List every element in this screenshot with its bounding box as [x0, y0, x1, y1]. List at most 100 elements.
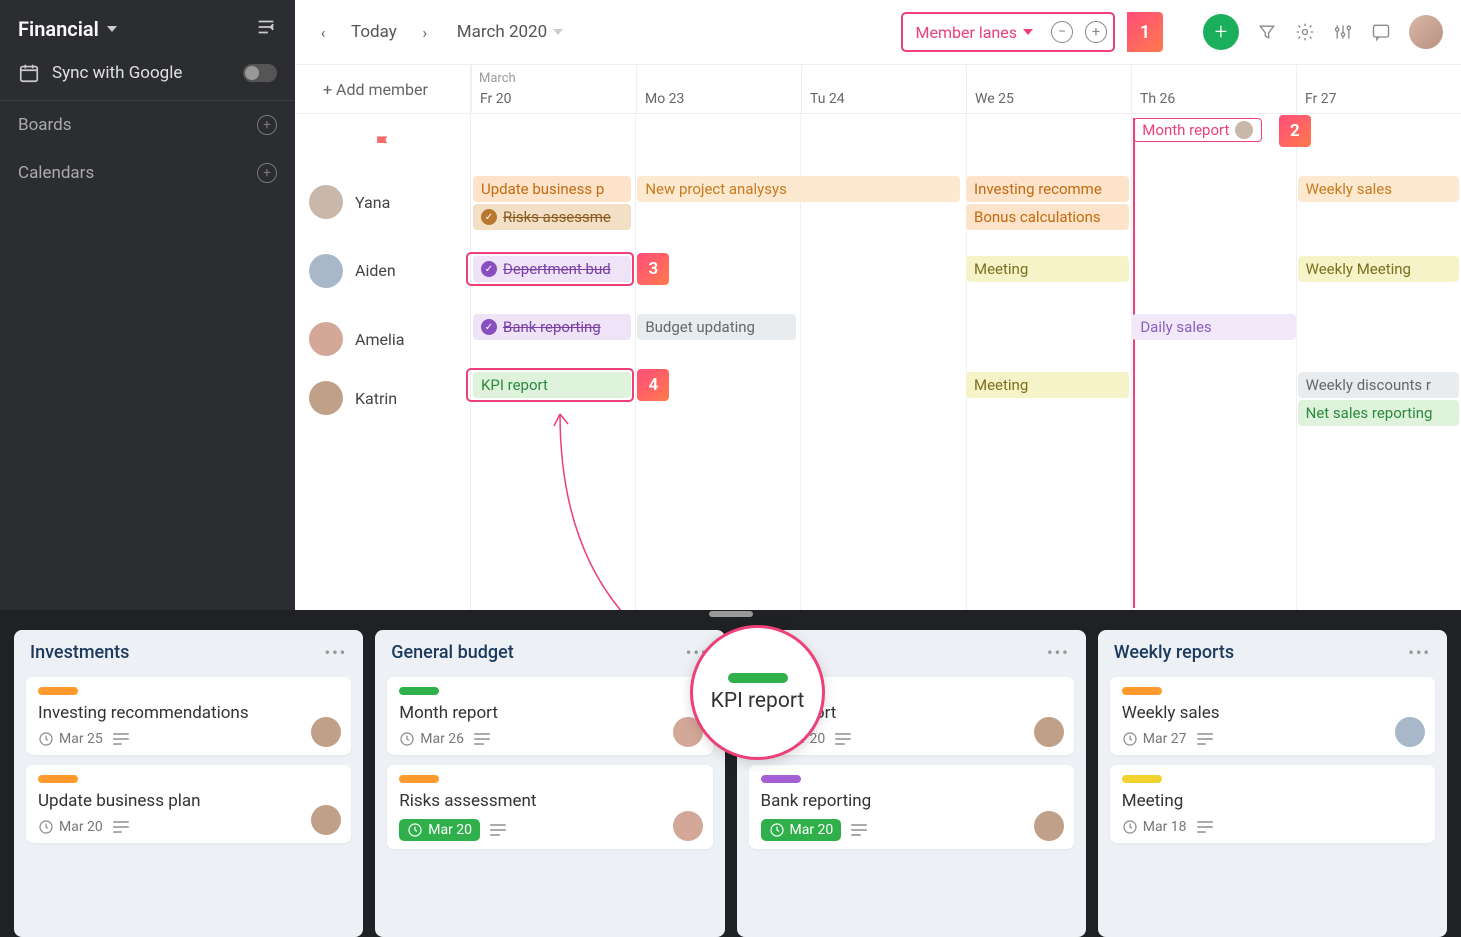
sidebar-section-boards[interactable]: Boards +	[0, 101, 295, 149]
sliders-icon[interactable]	[1333, 22, 1353, 42]
add-board-icon[interactable]: +	[257, 115, 277, 135]
sidebar: Financial Sync with Google Boards + Cale…	[0, 0, 295, 610]
highlight-line	[1133, 118, 1135, 608]
sync-google-row[interactable]: Sync with Google	[0, 52, 295, 101]
calendar-sync-icon	[18, 62, 40, 84]
add-member-button[interactable]: + Add member	[295, 65, 470, 114]
member-lane-aiden[interactable]: Aiden	[295, 232, 470, 310]
card-date: Mar 25	[38, 731, 103, 747]
card-date: Mar 26	[399, 731, 464, 747]
task-card[interactable]: Daily sales	[1132, 314, 1295, 340]
task-card[interactable]: Weekly Meeting	[1298, 256, 1459, 282]
month-selector[interactable]: March 2020	[457, 22, 563, 42]
main-calendar: ‹ Today › March 2020 Member lanes − + 1 …	[295, 0, 1461, 610]
task-card[interactable]: Month report Mar 26	[387, 677, 712, 755]
member-lane-yana[interactable]: Yana	[295, 173, 470, 232]
board-column: Investments ••• Investing recommendationsM…	[14, 630, 363, 937]
gear-icon[interactable]	[1295, 22, 1315, 42]
task-month-report[interactable]: Month report	[1133, 118, 1262, 142]
check-icon: ✓	[481, 319, 497, 335]
task-card[interactable]: Weekly discounts r	[1298, 372, 1459, 398]
task-card[interactable]: Investing recommendationsMar 25	[26, 677, 351, 755]
check-icon: ✓	[481, 209, 497, 225]
task-card[interactable]: KPI report	[473, 372, 631, 398]
task-card[interactable]: Meeting	[966, 256, 1129, 282]
zoom-in-button[interactable]: +	[1085, 21, 1107, 43]
board-title: Weekly reports	[1114, 642, 1234, 663]
avatar	[1235, 121, 1253, 139]
add-calendar-icon[interactable]: +	[257, 163, 277, 183]
task-card[interactable]: Budget updating	[637, 314, 795, 340]
avatar	[309, 254, 343, 288]
board-menu-icon[interactable]: •••	[1408, 643, 1431, 662]
sidebar-section-calendars[interactable]: Calendars +	[0, 149, 295, 197]
card-date: Mar 20	[38, 819, 103, 835]
member-lane-amelia[interactable]: Amelia	[295, 310, 470, 369]
chevron-down-icon	[1023, 29, 1033, 35]
comment-icon[interactable]	[1371, 22, 1391, 42]
add-button[interactable]: +	[1203, 14, 1239, 50]
day-header: We 25	[966, 65, 1131, 113]
member-lane-katrin[interactable]: Katrin	[295, 369, 470, 428]
filter-icon[interactable]	[1257, 22, 1277, 42]
task-card[interactable]: Weekly sales	[1298, 176, 1459, 202]
task-card[interactable]: New project analysys	[637, 176, 960, 202]
topbar: ‹ Today › March 2020 Member lanes − + 1 …	[295, 0, 1461, 64]
task-card[interactable]: Update business plan Mar 20	[26, 765, 351, 843]
card-title: Bank reporting	[761, 791, 1062, 811]
flag-icon	[373, 133, 393, 153]
board-title: General budget	[391, 642, 513, 663]
callout-badge-4: 4	[637, 369, 669, 401]
label-pill	[399, 775, 439, 783]
description-icon	[490, 824, 506, 836]
task-card[interactable]: Bank reporting Mar 20	[749, 765, 1074, 849]
task-card[interactable]: Update business p	[473, 176, 631, 202]
task-card[interactable]: Risks assessmentMar 20	[387, 765, 712, 849]
card-date: Mar 18	[1122, 819, 1187, 835]
card-date: Mar 20	[761, 819, 842, 841]
workspace-name: Financial	[18, 17, 99, 41]
card-date: Mar 20	[399, 819, 480, 841]
avatar	[1034, 811, 1064, 841]
board-title: Investments	[30, 642, 129, 663]
workspace-selector[interactable]: Financial	[18, 17, 117, 41]
collapse-sidebar-icon[interactable]	[255, 16, 277, 42]
task-card[interactable]: ✓Bank reporting	[473, 314, 631, 340]
card-title: Update business plan	[38, 791, 339, 811]
task-card[interactable]: Weekly salesMar 27	[1110, 677, 1435, 755]
label-pill	[1122, 687, 1162, 695]
task-card[interactable]: Bonus calculations	[966, 204, 1129, 230]
drag-handle[interactable]	[709, 611, 753, 617]
task-card[interactable]: Meeting Mar 18	[1110, 765, 1435, 843]
task-card[interactable]: Meeting	[966, 372, 1129, 398]
description-icon	[113, 733, 129, 745]
next-period-button[interactable]: ›	[415, 22, 435, 42]
callout-badge-2: 2	[1279, 115, 1311, 147]
board-menu-icon[interactable]: •••	[1047, 643, 1070, 662]
day-header: Fr 27	[1296, 65, 1461, 113]
zoom-out-button[interactable]: −	[1051, 21, 1073, 43]
flagged-lane[interactable]	[295, 114, 470, 173]
avatar	[309, 322, 343, 356]
description-icon	[851, 824, 867, 836]
card-title: Month report	[399, 703, 700, 723]
task-card[interactable]: ✓Risks assessme	[473, 204, 631, 230]
today-button[interactable]: Today	[345, 22, 403, 42]
prev-period-button[interactable]: ‹	[313, 22, 333, 42]
day-header: Tu 24	[801, 65, 966, 113]
members-column: + Add member Yana Aiden Amelia Katrin	[295, 65, 471, 610]
sync-label: Sync with Google	[52, 63, 182, 83]
task-card[interactable]: ✓Depertment bud	[473, 256, 631, 282]
board-menu-icon[interactable]: •••	[324, 643, 347, 662]
avatar	[309, 185, 343, 219]
card-title: Meeting	[1122, 791, 1423, 811]
label-pill	[761, 775, 801, 783]
task-card[interactable]: Net sales reporting	[1298, 400, 1459, 426]
task-card[interactable]: Investing recomme	[966, 176, 1129, 202]
sync-toggle[interactable]	[243, 64, 277, 82]
user-avatar[interactable]	[1409, 15, 1443, 49]
month-label: March	[479, 71, 516, 86]
label-pill	[1122, 775, 1162, 783]
view-mode-selector[interactable]: Member lanes	[903, 23, 1045, 42]
label-pill	[38, 687, 78, 695]
